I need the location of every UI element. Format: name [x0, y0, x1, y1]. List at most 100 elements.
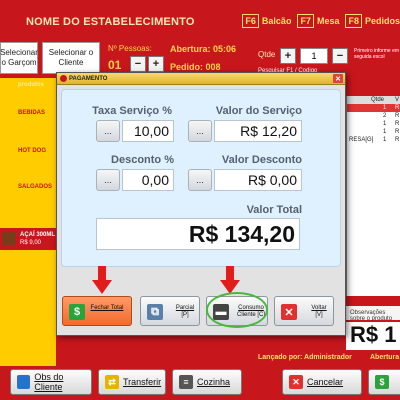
- item-qtde: 1: [383, 105, 387, 111]
- qtde-plus-button[interactable]: +: [280, 48, 296, 64]
- fkey-mesa[interactable]: F7 Mesa: [297, 14, 339, 28]
- transferir-button[interactable]: ⇄ Transferir: [98, 369, 166, 395]
- kitchen-icon: ≡: [179, 375, 193, 389]
- arrow-head: [92, 280, 112, 294]
- valor-servico-input[interactable]: R$ 12,20: [214, 120, 302, 142]
- product-price: R$ 9,00: [20, 240, 42, 246]
- dialog-close-button[interactable]: ✕: [333, 74, 343, 83]
- fkey-label: F7: [297, 14, 314, 28]
- function-keys: F6 Balcão F7 Mesa F8 Pedidos: [242, 14, 400, 28]
- item-value: R: [395, 137, 400, 143]
- fkey-text: Pedidos: [364, 16, 400, 26]
- list-header: Qtde V: [347, 96, 400, 104]
- lancado-label: Lançado por: Administrador: [258, 354, 352, 361]
- annotation-highlight-ring: [206, 292, 268, 328]
- cozinha-label: Cozinha: [197, 377, 231, 387]
- list-item[interactable]: 2R: [347, 112, 400, 120]
- dollar-icon: $: [375, 375, 389, 389]
- qtde-hint: Primeiro informe em seguida escol: [354, 48, 400, 60]
- valor-desconto-label: Valor Desconto: [221, 154, 302, 166]
- item-qtde: 1: [383, 129, 387, 135]
- fechar-total-label: Fechar Total: [89, 305, 125, 312]
- cancelar-button[interactable]: ✕ Cancelar: [282, 369, 362, 395]
- cozinha-button[interactable]: ≡ Cozinha: [172, 369, 242, 395]
- select-client-button[interactable]: Selecionar o Cliente: [42, 42, 100, 74]
- parcial-text: Parcial: [175, 305, 195, 311]
- pay-button[interactable]: $: [368, 369, 400, 395]
- fkey-balcao[interactable]: F6 Balcão: [242, 14, 291, 28]
- order-info: Nº Pessoas: 01 − + Abertura: 05:06 Pedid…: [104, 42, 244, 76]
- fkey-text: Balcão: [261, 16, 292, 26]
- app-icon: [60, 75, 67, 82]
- category-panel: produtos BEBIDAS HOT DOG SALGADOS: [0, 78, 56, 368]
- fkey-label: F8: [345, 14, 362, 28]
- fkey-text: Mesa: [316, 16, 340, 26]
- valor-desconto-input[interactable]: R$ 0,00: [214, 169, 302, 191]
- category-header: produtos: [18, 82, 44, 88]
- transfer-icon: ⇄: [105, 375, 119, 389]
- valor-total-value: R$ 134,20: [96, 218, 300, 250]
- select-waiter-button[interactable]: Selecionar o Garçom: [0, 42, 38, 74]
- voltar-key: [V]: [315, 312, 323, 318]
- product-name: AÇAÍ 300ML: [20, 232, 56, 238]
- product-image: [2, 231, 16, 245]
- user-icon: 👤: [17, 375, 31, 389]
- transferir-label: Transferir: [123, 377, 162, 387]
- pessoas-minus-button[interactable]: −: [130, 56, 146, 72]
- obs-cliente-button[interactable]: 👤 Obs do Cliente: [10, 369, 92, 395]
- taxa-servico-button[interactable]: ...: [96, 120, 120, 142]
- fkey-pedidos[interactable]: F8 Pedidos: [345, 14, 400, 28]
- close-icon: ✕: [289, 375, 303, 389]
- category-bebidas[interactable]: BEBIDAS: [18, 110, 58, 116]
- taxa-servico-label: Taxa Serviço %: [92, 105, 172, 117]
- list-item[interactable]: RESA[G] 1 R: [347, 136, 400, 144]
- fechar-total-text: Fechar Total: [90, 305, 124, 311]
- footer-info: Lançado por: Administrador Abertura: [258, 352, 400, 366]
- fechar-total-button[interactable]: $ Fechar Total: [62, 296, 132, 326]
- pessoas-plus-button[interactable]: +: [148, 56, 164, 72]
- parcial-button[interactable]: ⧉ Parcial [P]: [140, 296, 200, 326]
- pessoas-label: Nº Pessoas:: [108, 44, 152, 53]
- dialog-title: PAGAMENTO: [69, 75, 108, 82]
- voltar-label: Voltar [V]: [301, 305, 337, 319]
- close-icon: ✕: [281, 304, 297, 320]
- valor-servico-label: Valor do Serviço: [215, 105, 302, 117]
- voltar-button[interactable]: ✕ Voltar [V]: [274, 296, 334, 326]
- establishment-name: NOME DO ESTABELECIMENTO: [26, 16, 195, 28]
- desconto-input[interactable]: 0,00: [122, 169, 174, 191]
- item-value: R: [395, 121, 400, 127]
- list-item[interactable]: 1R: [347, 104, 400, 112]
- pedido-label: Pedido: 008: [170, 62, 221, 72]
- order-items-list: Qtde V 1R 2R 1R 1R RESA[G] 1 R: [346, 96, 400, 296]
- item-extra: RESA[G]: [349, 137, 374, 143]
- valor-servico-button[interactable]: ...: [188, 120, 212, 142]
- abertura-footer: Abertura: [370, 354, 400, 361]
- desconto-button[interactable]: ...: [96, 169, 120, 191]
- item-value: R: [395, 129, 400, 135]
- qtde-label: Qtde: [258, 50, 276, 59]
- quantity-input[interactable]: 1: [300, 48, 328, 64]
- item-value: R: [395, 105, 400, 111]
- product-item[interactable]: AÇAÍ 300ML R$ 9,00: [0, 228, 56, 250]
- fkey-label: F6: [242, 14, 259, 28]
- valor-desconto-button[interactable]: ...: [188, 169, 212, 191]
- top-header: NOME DO ESTABELECIMENTO F6 Balcão F7 Mesa …: [0, 0, 400, 44]
- taxa-servico-input[interactable]: 10,00: [122, 120, 174, 142]
- parcial-label: Parcial [P]: [167, 305, 203, 319]
- parcial-key: [P]: [181, 312, 189, 318]
- order-total: R$ 1: [346, 322, 400, 350]
- list-item[interactable]: 1R: [347, 128, 400, 136]
- header-v: V: [395, 97, 400, 103]
- desconto-label: Desconto %: [111, 154, 174, 166]
- obs-cliente-label: Obs do Cliente: [34, 372, 64, 392]
- header-qtde: Qtde: [371, 97, 385, 103]
- category-hotdog[interactable]: HOT DOG: [18, 148, 58, 154]
- list-item[interactable]: 1R: [347, 120, 400, 128]
- category-salgados[interactable]: SALGADOS: [18, 184, 58, 190]
- dollar-icon: $: [69, 304, 85, 320]
- abertura-label: Abertura: 05:06: [170, 44, 237, 54]
- cancelar-label: Cancelar: [307, 377, 344, 387]
- qtde-minus-button[interactable]: −: [332, 48, 348, 64]
- voltar-text: Voltar: [311, 305, 327, 311]
- valor-total-label: Valor Total: [246, 204, 302, 216]
